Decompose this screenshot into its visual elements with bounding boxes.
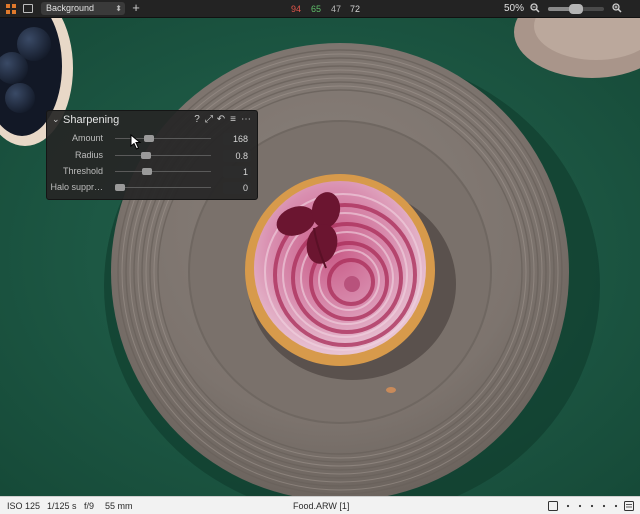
help-icon[interactable]: ? (192, 114, 202, 125)
status-bar: ISO 125 1/125 s f/9 55 mm Food.ARW [1] (0, 496, 640, 514)
slider-row-radius: Radius 0.8 (47, 149, 257, 163)
photo-food-plate (0, 18, 640, 496)
zoom-level-label: 50% (504, 3, 525, 14)
layer-select-label: Background (46, 3, 95, 13)
aperture-value: f/9 (84, 501, 95, 511)
stat-luminance: 72 (350, 4, 361, 14)
auto-adjust-icon[interactable]: ⤢ (204, 114, 214, 125)
slider-value-radius[interactable]: 0.8 (223, 150, 251, 162)
slider-label-halo-suppression: Halo suppr… (50, 182, 103, 192)
more-options-icon[interactable]: ⋯ (241, 114, 251, 125)
stat-blue: 47 (331, 4, 342, 14)
layer-select[interactable]: Background ⬍ (41, 2, 125, 15)
sharpening-title: Sharpening (63, 114, 120, 126)
sharpening-panel-header[interactable]: ⌄ Sharpening ? ⤢ ↶ ≡ ⋯ (47, 111, 257, 129)
slider-thumb-threshold[interactable] (141, 168, 152, 175)
slider-row-halo-suppression: Halo suppr… 0 (47, 181, 257, 195)
slider-track-threshold[interactable] (115, 171, 211, 172)
slider-thumb-radius[interactable] (140, 152, 151, 159)
sharpening-tool-panel: ⌄ Sharpening ? ⤢ ↶ ≡ ⋯ Amount 168 Radius… (46, 110, 258, 200)
slider-track-halo-suppression[interactable] (115, 187, 211, 188)
mouse-pointer-icon (130, 134, 142, 150)
slider-row-threshold: Threshold 1 (47, 165, 257, 179)
slider-value-threshold[interactable]: 1 (223, 166, 251, 178)
stat-green: 65 (311, 4, 322, 14)
slider-value-halo-suppression[interactable]: 0 (223, 182, 251, 194)
single-view-icon[interactable] (23, 4, 33, 13)
zoom-in-icon[interactable] (612, 3, 622, 13)
chevron-updown-icon: ⬍ (115, 4, 122, 13)
frame-icon[interactable] (548, 501, 558, 511)
color-tag-icon[interactable] (624, 501, 634, 511)
slider-track-radius[interactable] (115, 155, 211, 156)
top-toolbar: Background ⬍ + 94 65 47 72 50% (0, 0, 640, 18)
slider-value-amount[interactable]: 168 (223, 133, 251, 145)
collapse-chevron-icon[interactable]: ⌄ (52, 114, 60, 125)
rating-dots-icon[interactable] (566, 501, 618, 511)
add-layer-icon[interactable]: + (130, 1, 142, 15)
zoom-out-icon[interactable] (530, 3, 540, 13)
shutter-speed: 1/125 s (47, 501, 77, 511)
slider-thumb-halo-suppression[interactable] (115, 184, 125, 191)
grid-view-icon[interactable] (6, 4, 16, 14)
file-name: Food.ARW [1] (293, 501, 350, 511)
zoom-slider-thumb[interactable] (569, 4, 583, 14)
slider-row-amount: Amount 168 (47, 132, 257, 146)
focal-length: 55 mm (105, 501, 133, 511)
reset-icon[interactable]: ↶ (216, 114, 226, 125)
slider-label-amount: Amount (71, 133, 103, 143)
presets-menu-icon[interactable]: ≡ (228, 114, 238, 125)
stat-red: 94 (291, 4, 302, 14)
iso-value: ISO 125 (7, 501, 41, 511)
slider-label-radius: Radius (74, 150, 103, 160)
image-viewer[interactable] (0, 18, 640, 496)
slider-thumb-amount[interactable] (144, 135, 155, 142)
slider-label-threshold: Threshold (62, 166, 103, 176)
